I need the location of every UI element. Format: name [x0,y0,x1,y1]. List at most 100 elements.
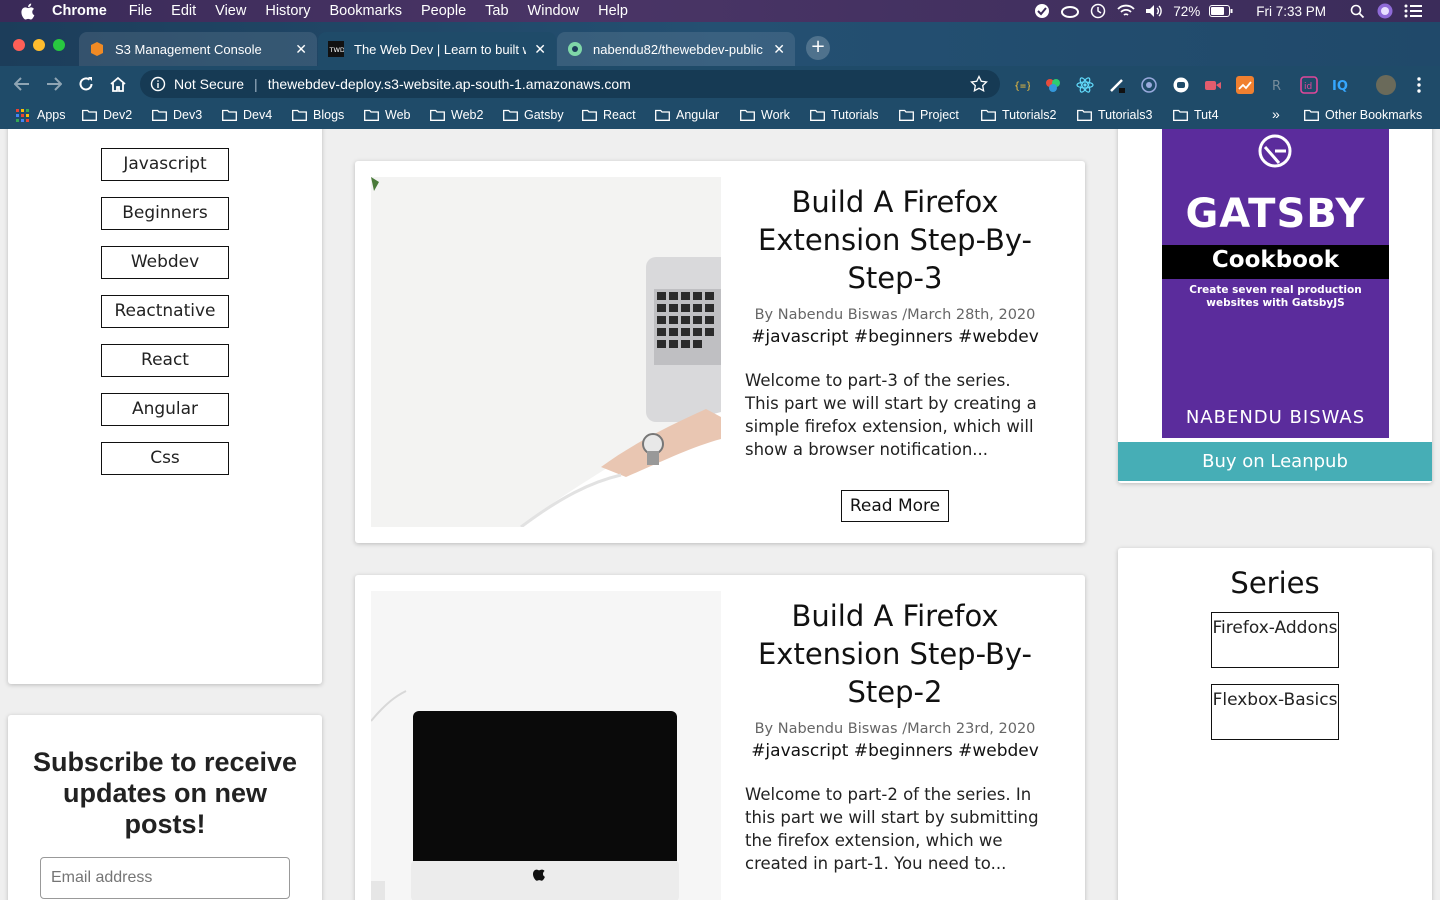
bookmark-label: Web2 [451,108,484,122]
bookmark-apps[interactable]: Apps [16,108,66,122]
tab-s3-console[interactable]: S3 Management Console ✕ [79,32,317,66]
menu-clock[interactable]: Fri 7:33 PM [1256,4,1326,19]
url-text[interactable]: thewebdev-deploy.s3-website.ap-south-1.a… [268,76,631,92]
subscribe-heading: Subscribe to receive updates on new post… [32,747,298,839]
extension-target-icon[interactable] [1140,76,1158,94]
bookmark-label: Tutorials [831,108,879,122]
folder-icon [655,109,670,121]
info-icon[interactable] [150,76,166,92]
tag-button-javascript[interactable]: Javascript [101,148,229,181]
tag-button-beginners[interactable]: Beginners [101,197,229,230]
bookmarks-bar: Apps Dev2 Dev3 Dev4 Blogs Web Web2 Gatsby React… [0,102,1440,129]
tag-button-react[interactable]: React [101,344,229,377]
post-card[interactable]: Build A Firefox Extension Step-By-Step-2… [355,575,1085,900]
tab-title: The Web Dev | Learn to built w [354,41,526,57]
tab-github-repo[interactable]: nabendu82/thewebdev-public ✕ [557,32,795,66]
bookmark-folder-tutorials3[interactable]: Tutorials3 [1077,108,1152,122]
tag-button-reactnative[interactable]: Reactnative [101,295,229,328]
extension-colorpick-icon[interactable] [1044,76,1062,94]
close-tab-icon[interactable]: ✕ [295,41,307,58]
bookmark-star-icon[interactable] [970,74,988,96]
notification-center-icon[interactable] [1404,2,1422,20]
tag-button-webdev[interactable]: Webdev [101,246,229,279]
series-button-flexbox-basics[interactable]: Flexbox-Basics [1211,684,1339,740]
book-title: GATSBY [1185,191,1366,237]
read-more-button[interactable]: Read More [841,490,949,522]
back-arrow-icon[interactable] [12,74,32,94]
bookmark-folder-react[interactable]: React [582,108,636,122]
bookmark-folder-tutorials[interactable]: Tutorials [810,108,878,122]
bookmark-folder-dev2[interactable]: Dev2 [82,108,132,122]
reload-icon[interactable] [76,74,96,94]
menu-help[interactable]: Help [598,3,628,19]
menu-tab[interactable]: Tab [485,3,508,19]
bookmark-folder-web2[interactable]: Web2 [430,108,483,122]
menu-people[interactable]: People [421,3,466,19]
extension-ghost-icon[interactable] [1172,76,1190,94]
menu-file[interactable]: File [129,3,152,19]
bookmark-folder-gatsby[interactable]: Gatsby [503,108,564,122]
creative-cloud-icon[interactable] [1061,2,1080,20]
time-machine-icon[interactable] [1089,2,1107,20]
menu-history[interactable]: History [265,3,310,19]
series-button-firefox-addons[interactable]: Firefox-Addons [1211,612,1339,668]
tag-button-css[interactable]: Css [101,442,229,475]
close-tab-icon[interactable]: ✕ [773,41,785,58]
extension-id-icon[interactable]: id [1300,76,1318,94]
menu-view[interactable]: View [215,3,246,19]
battery-icon[interactable] [1208,2,1234,20]
wifi-icon[interactable] [1117,2,1135,20]
bookmark-folder-dev4[interactable]: Dev4 [222,108,272,122]
tag-button-angular[interactable]: Angular [101,393,229,426]
extension-r-icon[interactable]: R [1268,76,1286,94]
minimize-window-button[interactable] [33,39,45,51]
post-thumbnail-imac[interactable] [371,591,721,900]
extension-chart-icon[interactable] [1236,76,1254,94]
address-bar[interactable]: Not Secure | thewebdev-deploy.s3-website… [140,70,1000,98]
post-thumbnail-laptop[interactable] [371,177,721,527]
post-title[interactable]: Build A Firefox Extension Step-By-Step-3 [745,183,1045,297]
bookmark-label: Web [385,108,411,122]
chrome-menu-icon[interactable] [1410,76,1428,94]
bookmark-folder-blogs[interactable]: Blogs [292,108,344,122]
volume-icon[interactable] [1145,2,1163,20]
home-icon[interactable] [108,74,128,94]
menu-chrome[interactable]: Chrome [52,3,107,19]
bookmark-folder-dev3[interactable]: Dev3 [152,108,202,122]
bookmark-folder-work[interactable]: Work [740,108,790,122]
bookmark-folder-angular[interactable]: Angular [655,108,719,122]
forward-arrow-icon[interactable] [44,74,64,94]
siri-icon[interactable] [1376,2,1394,20]
spotlight-search-icon[interactable] [1348,2,1366,20]
extension-record-icon[interactable] [1204,76,1222,94]
tab-the-web-dev[interactable]: TWD The Web Dev | Learn to built w ✕ [318,32,556,66]
security-status-label[interactable]: Not Secure [174,76,244,92]
zoom-window-button[interactable] [53,39,65,51]
bookmark-other-bookmarks[interactable]: Other Bookmarks [1304,108,1422,122]
book-cover[interactable]: GATSBY Cookbook Create seven real produc… [1162,129,1389,438]
email-input[interactable] [40,857,290,899]
web-page: Javascript Beginners Webdev Reactnative Reac… [0,129,1440,900]
menu-edit[interactable]: Edit [171,3,196,19]
close-window-button[interactable] [13,39,25,51]
post-title[interactable]: Build A Firefox Extension Step-By-Step-2 [745,597,1045,711]
menu-bookmarks[interactable]: Bookmarks [329,3,402,19]
extension-react-devtools-icon[interactable] [1076,76,1094,94]
bookmark-folder-tutorials2[interactable]: Tutorials2 [981,108,1056,122]
profile-avatar[interactable] [1376,75,1396,95]
buy-on-leanpub-button[interactable]: Buy on Leanpub [1118,442,1432,481]
close-tab-icon[interactable]: ✕ [534,41,546,58]
bookmark-folder-tut4[interactable]: Tut4 [1173,108,1219,122]
bookmarks-overflow-button[interactable]: » [1272,106,1280,122]
post-card[interactable]: Build A Firefox Extension Step-By-Step-3… [355,161,1085,543]
new-tab-button[interactable]: + [806,36,830,60]
extension-iq-icon[interactable]: IQ [1332,76,1350,94]
apple-icon[interactable] [20,3,36,20]
folder-icon [292,109,307,121]
menu-window[interactable]: Window [528,3,580,19]
bookmark-folder-project[interactable]: Project [899,108,959,122]
status-app-icon[interactable] [1033,2,1051,20]
bookmark-folder-web[interactable]: Web [364,108,410,122]
extension-pen-icon[interactable] [1108,76,1126,94]
extension-code-icon[interactable]: {=} [1012,76,1032,94]
